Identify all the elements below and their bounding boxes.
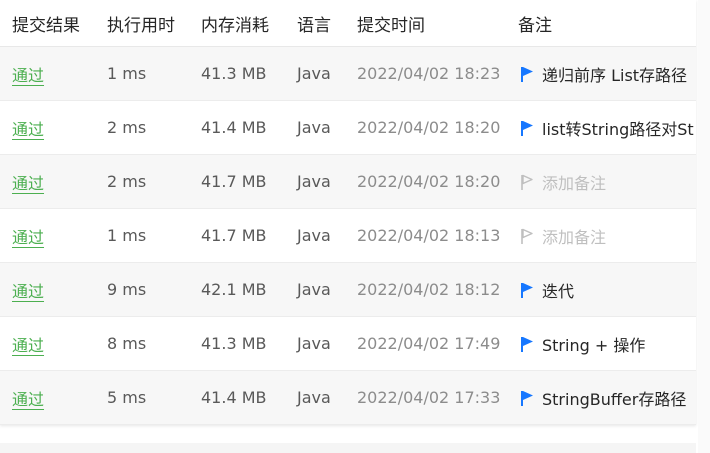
result-link[interactable]: 通过 (12, 386, 44, 410)
submit-time-value: 2022/04/02 18:13 (357, 226, 501, 245)
note-text: 添加备注 (542, 227, 607, 247)
header-language: 语言 (297, 15, 331, 36)
flag-filled-icon (518, 281, 536, 299)
submission-list: 提交结果 执行用时 内存消耗 语言 提交时间 备注 通过 1 ms 41.3 MB J… (0, 0, 710, 453)
submit-time-value: 2022/04/02 18:20 (357, 118, 501, 137)
note-button[interactable]: 添加备注 (518, 170, 696, 194)
result-link[interactable]: 通过 (12, 224, 44, 248)
flag-filled-icon (518, 119, 536, 137)
language-value: Java (297, 226, 331, 245)
language-value: Java (297, 172, 331, 191)
flag-filled-icon (518, 389, 536, 407)
note-text: list转String路径对St (542, 119, 694, 139)
submit-time-value: 2022/04/02 18:23 (357, 64, 501, 83)
submit-time-value: 2022/04/02 17:49 (357, 334, 501, 353)
memory-value: 42.1 MB (201, 280, 267, 299)
table-row: 通过 2 ms 41.4 MB Java 2022/04/02 18:20 list转St… (0, 101, 696, 155)
vertical-scrollbar[interactable] (698, 0, 710, 453)
memory-value: 41.3 MB (201, 334, 267, 353)
table-row: 通过 9 ms 42.1 MB Java 2022/04/02 18:12 迭代 (0, 263, 696, 317)
flag-outline-icon (518, 227, 536, 245)
result-link[interactable]: 通过 (12, 170, 44, 194)
header-note: 备注 (518, 15, 552, 36)
submit-time-value: 2022/04/02 18:20 (357, 172, 501, 191)
runtime-value: 2 ms (107, 118, 147, 137)
submit-time-value: 2022/04/02 18:12 (357, 280, 501, 299)
memory-value: 41.7 MB (201, 172, 267, 191)
runtime-value: 2 ms (107, 172, 147, 191)
result-link[interactable]: 通过 (12, 116, 44, 140)
note-button[interactable]: list转String路径对St (518, 116, 696, 140)
note-button[interactable]: 添加备注 (518, 224, 696, 248)
table-row: 通过 2 ms 41.7 MB Java 2022/04/02 18:20 添加备注 (0, 155, 696, 209)
memory-value: 41.4 MB (201, 388, 267, 407)
language-value: Java (297, 388, 331, 407)
table-body: 通过 1 ms 41.3 MB Java 2022/04/02 18:23 递归前序 Li… (0, 47, 696, 425)
note-text: 递归前序 List存路径 (542, 65, 688, 85)
submit-time-value: 2022/04/02 17:33 (357, 388, 501, 407)
runtime-value: 1 ms (107, 226, 147, 245)
note-button[interactable]: 递归前序 List存路径 (518, 62, 696, 86)
submissions-table: 提交结果 执行用时 内存消耗 语言 提交时间 备注 通过 1 ms 41.3 MB J… (0, 0, 696, 425)
note-button[interactable]: 迭代 (518, 278, 696, 302)
table-row: 通过 8 ms 41.3 MB Java 2022/04/02 17:49 String … (0, 317, 696, 371)
language-value: Java (297, 334, 331, 353)
header-submit-time: 提交时间 (357, 15, 425, 36)
runtime-value: 8 ms (107, 334, 147, 353)
result-link[interactable]: 通过 (12, 278, 44, 302)
flag-filled-icon (518, 65, 536, 83)
note-button[interactable]: StringBuffer存路径 (518, 386, 696, 410)
memory-value: 41.3 MB (201, 64, 267, 83)
runtime-value: 9 ms (107, 280, 147, 299)
language-value: Java (297, 64, 331, 83)
flag-outline-icon (518, 173, 536, 191)
flag-filled-icon (518, 335, 536, 353)
memory-value: 41.4 MB (201, 118, 267, 137)
language-value: Java (297, 280, 331, 299)
horizontal-scrollbar[interactable] (0, 443, 696, 453)
note-text: 添加备注 (542, 173, 607, 193)
note-text: 迭代 (542, 281, 575, 301)
header-result: 提交结果 (12, 15, 80, 36)
header-memory: 内存消耗 (201, 15, 269, 36)
header-runtime: 执行用时 (107, 15, 175, 36)
result-link[interactable]: 通过 (12, 332, 44, 356)
result-link[interactable]: 通过 (12, 62, 44, 86)
memory-value: 41.7 MB (201, 226, 267, 245)
runtime-value: 1 ms (107, 64, 147, 83)
table-header: 提交结果 执行用时 内存消耗 语言 提交时间 备注 (0, 0, 696, 47)
table-row: 通过 5 ms 41.4 MB Java 2022/04/02 17:33 StringB… (0, 371, 696, 425)
note-text: String + 操作 (542, 335, 646, 355)
note-text: StringBuffer存路径 (542, 389, 687, 409)
table-row: 通过 1 ms 41.7 MB Java 2022/04/02 18:13 添加备注 (0, 209, 696, 263)
table-row: 通过 1 ms 41.3 MB Java 2022/04/02 18:23 递归前序 Li… (0, 47, 696, 101)
language-value: Java (297, 118, 331, 137)
runtime-value: 5 ms (107, 388, 147, 407)
note-button[interactable]: String + 操作 (518, 332, 696, 356)
